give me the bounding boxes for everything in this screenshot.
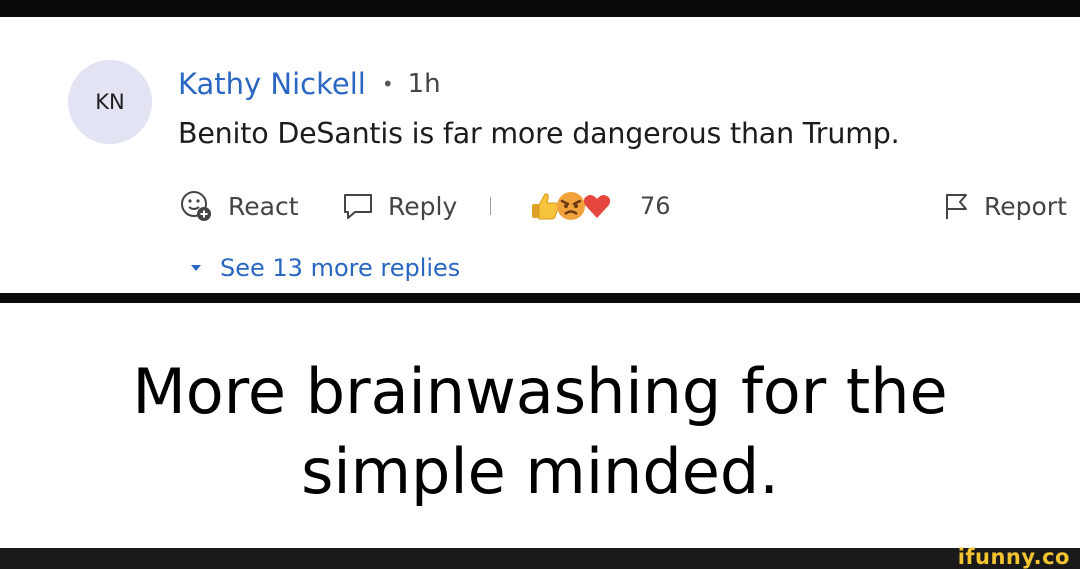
comment-actions: React Reply 76 Report bbox=[178, 184, 1078, 228]
report-label: Report bbox=[984, 191, 1067, 221]
reaction-summary[interactable] bbox=[527, 186, 613, 226]
ifunny-watermark: ifunny.co bbox=[957, 545, 1070, 569]
caret-down-icon bbox=[190, 263, 202, 273]
react-label: React bbox=[228, 191, 299, 221]
comment-text: Benito DeSantis is far more dangerous th… bbox=[178, 117, 900, 150]
caption-line-1: More brainwashing for the bbox=[132, 355, 948, 428]
comment-timestamp[interactable]: 1h bbox=[408, 69, 441, 99]
add-reaction-icon bbox=[178, 188, 214, 224]
see-more-label: See 13 more replies bbox=[220, 254, 461, 282]
report-button[interactable]: Report bbox=[940, 184, 1067, 228]
action-divider bbox=[490, 197, 491, 215]
heart-icon bbox=[581, 190, 613, 222]
avatar-initials: KN bbox=[95, 90, 125, 114]
divider-black-bar bbox=[0, 293, 1080, 303]
separator-dot: • bbox=[381, 72, 394, 96]
speech-bubble-icon bbox=[340, 188, 376, 224]
author-name[interactable]: Kathy Nickell bbox=[178, 67, 366, 101]
avatar[interactable]: KN bbox=[68, 60, 152, 144]
top-black-bar bbox=[0, 0, 1080, 17]
comment-header: Kathy Nickell • 1h bbox=[178, 64, 441, 104]
caption-line-2: simple minded. bbox=[301, 435, 779, 508]
react-button[interactable]: React bbox=[178, 184, 299, 228]
meme-caption: More brainwashing for the simple minded. bbox=[0, 352, 1080, 512]
see-more-replies-link[interactable]: See 13 more replies bbox=[190, 252, 460, 284]
bottom-black-bar bbox=[0, 548, 1080, 569]
flag-icon bbox=[940, 190, 972, 222]
reply-label: Reply bbox=[388, 191, 458, 221]
reaction-count[interactable]: 76 bbox=[640, 184, 671, 228]
reply-button[interactable]: Reply bbox=[340, 184, 457, 228]
